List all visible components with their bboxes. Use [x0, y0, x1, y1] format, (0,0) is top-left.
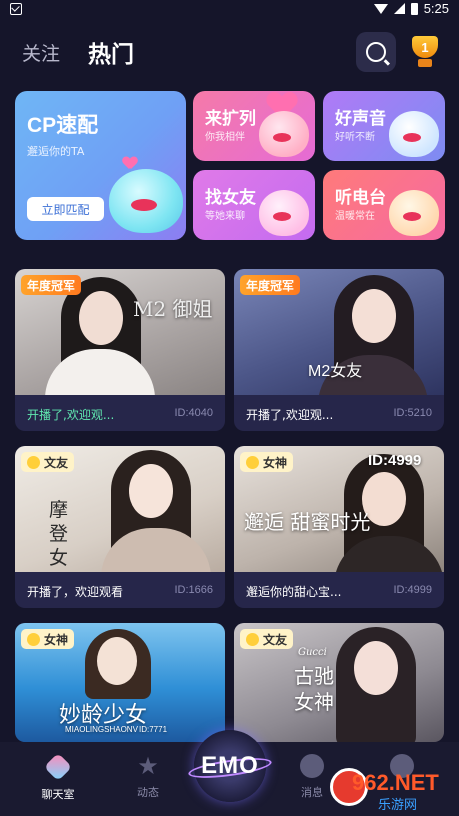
search-button[interactable] [356, 32, 396, 72]
status-bar: 5:25 [0, 0, 459, 20]
search-icon [366, 42, 386, 62]
card-radio[interactable]: 听电台 温暖常在 [323, 170, 445, 240]
mascot-mouth [273, 212, 291, 221]
live-room-card[interactable]: M2 御姐 年度冠军 开播了,欢迎观... ID:4040 [15, 269, 225, 431]
cover-text: M2 御姐 [133, 297, 213, 321]
signal-icon [393, 3, 405, 14]
badge-friend: 文友 [21, 452, 75, 472]
room-caption: 邂逅你的甜心宝... [246, 585, 342, 599]
wifi-icon [373, 3, 388, 14]
portrait-face [352, 289, 396, 343]
top-header: 关注 热门 1 [0, 30, 459, 74]
cover-text: 邂逅 甜蜜时光 [244, 510, 371, 534]
card-subtitle: 等她来聊 [205, 211, 245, 222]
star-icon: ★ [137, 752, 159, 780]
card-title: 来扩列 [205, 109, 256, 129]
mascot-illustration [259, 111, 309, 157]
cp-title-latin: CP [27, 114, 57, 137]
cp-title-cn: 速配 [56, 113, 99, 137]
system-tray: 5:25 [373, 1, 449, 16]
cover-text: 古驰 女神 [294, 664, 334, 714]
live-room-card[interactable]: 妙龄少女 MIAOLINGSHAONV ID:7771 女神 [15, 623, 225, 742]
card-find-girlfriend[interactable]: 找女友 等她来聊 [193, 170, 315, 240]
tab-follow[interactable]: 关注 [22, 39, 60, 66]
mascot-mouth [273, 133, 291, 142]
site-watermark: 962.NET 乐游网 [330, 768, 455, 814]
cp-title: CP速配 [27, 109, 98, 139]
mascot-illustration [109, 169, 183, 233]
mascot-mouth [131, 199, 157, 211]
mascot-illustration [389, 190, 439, 236]
card-good-voice[interactable]: 好声音 好听不断 [323, 91, 445, 161]
trophy-icon: 1 [412, 36, 438, 58]
cover-subtext: Gucci [298, 647, 327, 658]
live-room-card[interactable]: Gucci 古驰 女神 文友 [234, 623, 444, 742]
card-title: 找女友 [205, 188, 256, 208]
cover-subtext: MIAOLINGSHAONV [65, 725, 138, 734]
badge-label: 女神 [44, 632, 69, 647]
smiley-icon [246, 455, 259, 469]
portrait-face [79, 291, 123, 345]
watermark-number: 962.NET [352, 770, 439, 795]
room-id: ID:4040 [174, 407, 213, 419]
match-now-button[interactable]: 立即匹配 [27, 197, 104, 221]
cover-id-text: ID:7771 [139, 725, 168, 734]
mascot-mouth [403, 212, 421, 221]
room-caption: 开播了,欢迎观... [246, 408, 334, 422]
live-room-card[interactable]: M2女友 年度冠军 开播了,欢迎观... ID:5210 [234, 269, 444, 431]
chat-room-icon [43, 752, 73, 782]
nav-label: 消息 [301, 786, 323, 799]
cover-text: M2女友 [308, 363, 363, 380]
trophy-base [418, 59, 432, 67]
room-id: ID:4999 [393, 584, 432, 596]
badge-annual-champion: 年度冠军 [240, 275, 301, 295]
tab-hot[interactable]: 热门 [88, 35, 134, 69]
badge-annual-champion: 年度冠军 [21, 275, 82, 295]
room-caption: 开播了,欢迎观... [27, 408, 115, 422]
battery-icon [410, 2, 418, 15]
cp-match-card[interactable]: CP速配 邂逅你的TA 立即匹配 [15, 91, 186, 240]
card-title: 听电台 [335, 188, 386, 208]
badge-label: 文友 [44, 455, 69, 470]
clock: 5:25 [423, 1, 449, 16]
room-id: ID:5210 [393, 407, 432, 419]
nav-chat-room[interactable]: 聊天室 [28, 752, 88, 804]
card-subtitle: 好听不断 [335, 132, 375, 143]
badge-goddess: 女神 [21, 629, 75, 649]
room-id: ID:1666 [174, 584, 213, 596]
portrait-face [129, 464, 173, 518]
nav-label: 聊天室 [41, 788, 75, 801]
portrait-face [97, 637, 137, 685]
mascot-mouth [403, 133, 421, 142]
cp-subtitle: 邂逅你的TA [27, 145, 85, 158]
mascot-illustration [259, 190, 309, 236]
badge-goddess: 女神 [240, 452, 294, 472]
live-room-card[interactable]: 摩登 女神 文友 开播了，欢迎观看 ID:1666 [15, 446, 225, 608]
notification-icon [10, 3, 22, 15]
nav-label: 动态 [137, 786, 159, 799]
card-make-friends[interactable]: 来扩列 你我相伴 [193, 91, 315, 161]
nav-dynamic[interactable]: ★ 动态 [118, 754, 178, 804]
watermark-site: 乐游网 [378, 798, 418, 813]
smiley-icon [27, 632, 40, 646]
smiley-icon [27, 455, 40, 469]
cover-id-text: ID:4999 [368, 452, 422, 469]
badge-label: 文友 [263, 632, 288, 647]
cover-text: 摩登 女神 [49, 499, 69, 572]
live-room-card[interactable]: ID:4999 邂逅 甜蜜时光 女神 邂逅你的甜心宝... ID:4999 [234, 446, 444, 608]
room-caption: 开播了，欢迎观看 [27, 585, 124, 599]
ranking-button[interactable]: 1 [408, 32, 442, 70]
nav-emo-center-button[interactable]: EMO [187, 730, 273, 804]
message-icon [300, 754, 324, 778]
mascot-illustration [389, 111, 439, 157]
card-title: 好声音 [335, 109, 386, 129]
card-subtitle: 你我相伴 [205, 132, 245, 143]
smiley-icon [246, 632, 259, 646]
badge-friend: 文友 [240, 629, 294, 649]
heart-icon [123, 157, 137, 169]
emo-label: EMO [201, 752, 259, 779]
badge-label: 女神 [263, 455, 288, 470]
card-subtitle: 温暖常在 [335, 211, 375, 222]
portrait-face [354, 641, 398, 695]
